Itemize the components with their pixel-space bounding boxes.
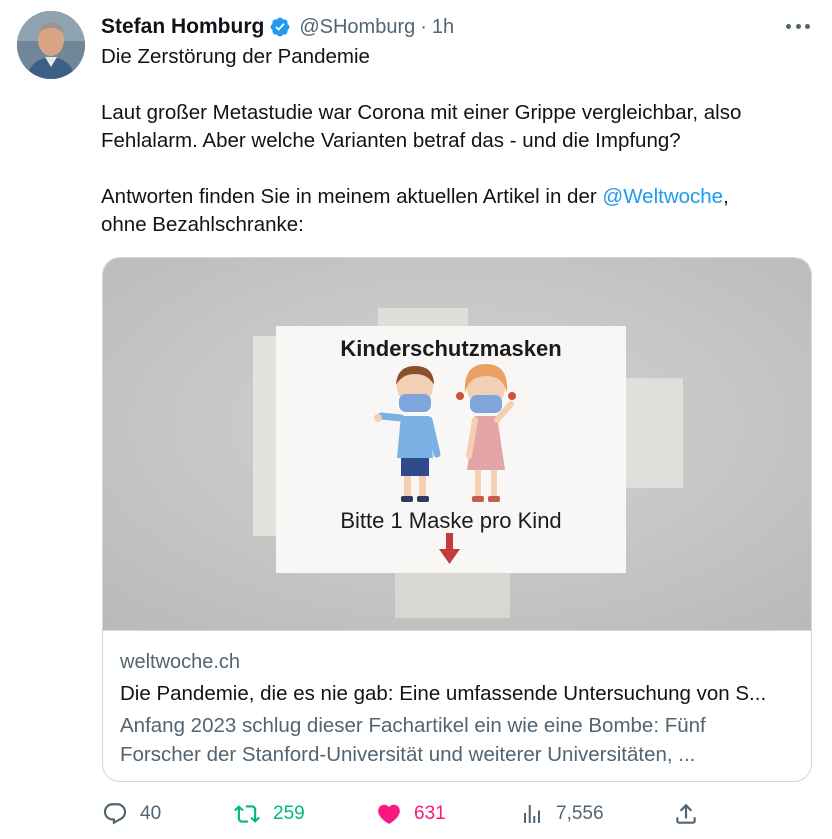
author-name[interactable]: Stefan Homburg <box>101 15 264 39</box>
reply-icon <box>102 801 128 827</box>
card-title: Die Pandemie, die es nie gab: Eine umfas… <box>120 682 767 705</box>
retweet-button[interactable]: 259 <box>233 796 305 832</box>
retweet-count: 259 <box>273 803 305 824</box>
action-bar: 40 259 631 7,556 <box>0 796 832 832</box>
retweet-icon <box>233 801 261 827</box>
card-description-line: Anfang 2023 schlug dieser Fachartikel ei… <box>120 714 706 737</box>
author-handle[interactable]: @SHomburg <box>299 16 415 39</box>
card-image[interactable]: Kinderschutzmasken Bitte 1 Maske pro Kin… <box>103 258 811 630</box>
tweet-line: Antworten finden Sie in meinem aktuellen… <box>101 183 801 211</box>
tweet-header: Stefan Homburg @SHomburg · 1h <box>101 12 454 42</box>
card-domain: weltwoche.ch <box>120 651 241 673</box>
tweet-line: Laut großer Metastudie war Corona mit ei… <box>101 101 742 124</box>
sign-heading: Kinderschutzmasken <box>340 336 562 361</box>
card-description-line: Forscher der Stanford-Universität und we… <box>120 743 696 766</box>
tweet-text-segment: Antworten finden Sie in meinem aktuellen… <box>101 185 603 208</box>
mention-link[interactable]: @Weltwoche <box>602 185 723 208</box>
views-icon <box>520 801 544 827</box>
views-button[interactable]: 7,556 <box>520 796 604 832</box>
heart-icon <box>376 801 402 827</box>
reply-button[interactable]: 40 <box>102 796 161 832</box>
verified-badge-icon <box>269 16 291 38</box>
tweet-text: Die Zerstörung der Pandemie Laut großer … <box>101 43 801 239</box>
separator-dot: · <box>420 15 427 38</box>
sign-caption: Bitte 1 Maske pro Kind <box>340 508 562 533</box>
like-button[interactable]: 631 <box>376 796 446 832</box>
tweet-line: Fehlalarm. Aber welche Varianten betraf … <box>101 129 681 152</box>
link-card[interactable]: Kinderschutzmasken Bitte 1 Maske pro Kin… <box>102 257 812 782</box>
tweet-text-segment: , <box>723 185 729 208</box>
timestamp[interactable]: 1h <box>432 16 454 39</box>
reply-count: 40 <box>140 803 162 824</box>
card-description: Anfang 2023 schlug dieser Fachartikel ei… <box>120 711 800 769</box>
avatar[interactable] <box>17 11 85 79</box>
like-count: 631 <box>414 803 446 824</box>
tweet-line: ohne Bezahlschranke: <box>101 213 304 236</box>
views-count: 7,556 <box>556 803 604 824</box>
share-icon <box>673 801 699 827</box>
share-button[interactable] <box>673 796 699 832</box>
more-icon[interactable] <box>786 16 810 36</box>
card-info[interactable]: weltwoche.ch Die Pandemie, die es nie ga… <box>103 630 811 781</box>
tweet-line: Die Zerstörung der Pandemie <box>101 45 370 68</box>
tweet[interactable]: Stefan Homburg @SHomburg · 1h Die Zerstö… <box>0 0 832 839</box>
